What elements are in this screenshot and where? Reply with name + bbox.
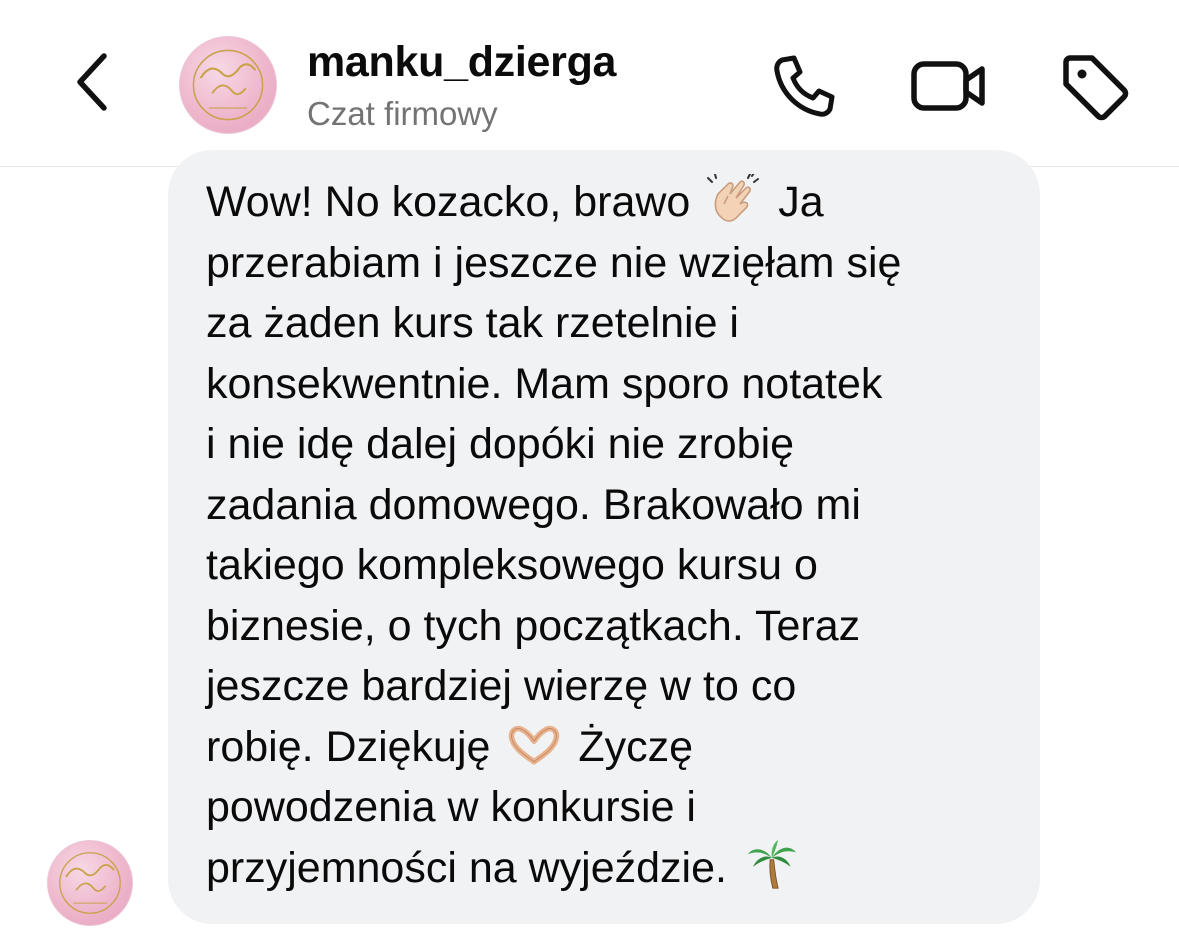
message-line: powodzenia w konkursie i bbox=[206, 783, 696, 831]
phone-icon bbox=[768, 50, 840, 127]
message-line: przerabiam i jeszcze nie wzięłam się bbox=[206, 238, 902, 287]
message-line: biznesie, o tych początkach. Teraz bbox=[206, 601, 861, 650]
message-line: robię. Dziękuję Życzę bbox=[206, 717, 1010, 778]
label-button[interactable] bbox=[1052, 46, 1136, 130]
message-text: Wow! No kozacko, brawo bbox=[206, 178, 691, 226]
message-bubble[interactable]: Wow! No kozacko, brawo Ja przerabiam i j… bbox=[168, 150, 1040, 924]
chat-header: manku_dzierga Czat firmowy bbox=[0, 0, 1179, 167]
brand-logo-icon bbox=[59, 852, 121, 914]
chevron-left-icon bbox=[72, 50, 112, 119]
message-text: Ja bbox=[778, 178, 824, 226]
message-line: przyjemności na wyjeździe. bbox=[206, 838, 1010, 899]
sender-avatar[interactable] bbox=[47, 840, 133, 926]
message-text: przyjemności na wyjeździe. bbox=[206, 843, 727, 892]
palm-tree-emoji bbox=[743, 839, 799, 890]
video-call-button[interactable] bbox=[904, 46, 994, 130]
message-line: za żaden kurs tak rzetelnie i bbox=[206, 299, 739, 347]
message-line: i nie idę dalej dopóki nie zrobię bbox=[206, 420, 795, 468]
message-line: zadania domowego. Brakowało mi bbox=[206, 480, 861, 529]
brand-logo-icon bbox=[192, 49, 264, 121]
chat-subtitle: Czat firmowy bbox=[307, 95, 498, 132]
heart-hands-emoji bbox=[506, 719, 562, 769]
message-line: takiego kompleksowego kursu o bbox=[206, 541, 818, 589]
message-line: konsekwentnie. Mam sporo notatek bbox=[206, 359, 883, 408]
chat-screen: manku_dzierga Czat firmowy Wow! No kozac… bbox=[0, 0, 1179, 935]
tag-icon bbox=[1058, 50, 1130, 127]
chat-title-block[interactable]: manku_dzierga Czat firmowy bbox=[307, 36, 616, 134]
message-line: jeszcze bardziej wierzę w to co bbox=[206, 662, 797, 710]
back-button[interactable] bbox=[62, 48, 122, 120]
video-camera-icon bbox=[909, 54, 989, 123]
message-text: robię. Dziękuję bbox=[206, 722, 491, 771]
message-line: Wow! No kozacko, brawo Ja bbox=[206, 172, 1010, 233]
call-button[interactable] bbox=[762, 46, 846, 130]
clapping-hands-emoji bbox=[706, 174, 762, 224]
message-text: Życzę bbox=[578, 722, 694, 771]
contact-name: manku_dzierga bbox=[307, 38, 617, 86]
avatar[interactable] bbox=[179, 36, 277, 134]
